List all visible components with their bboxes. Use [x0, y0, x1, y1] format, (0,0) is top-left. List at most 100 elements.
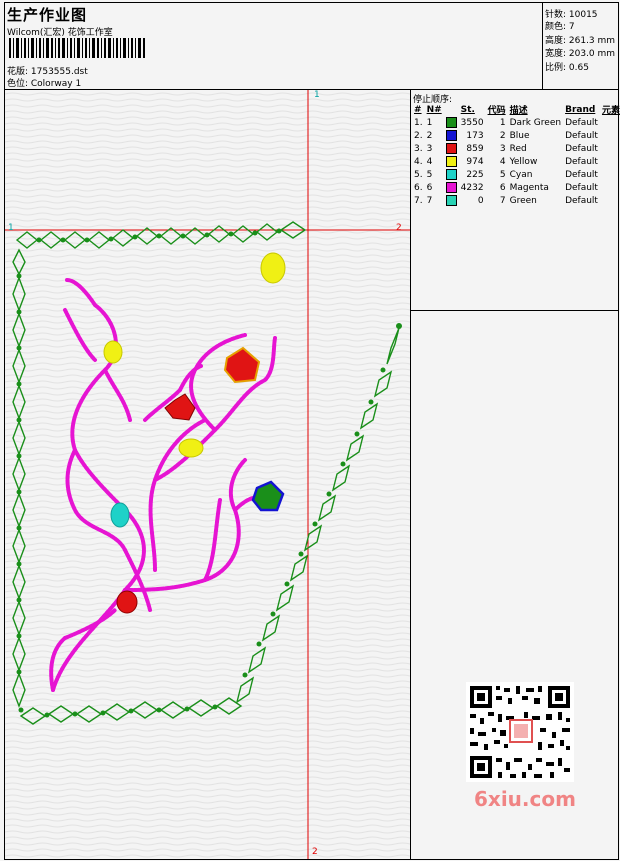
row-brand: Default: [565, 169, 598, 180]
row-stitches: 859: [466, 143, 484, 154]
row-element: [600, 155, 620, 168]
row-index: 5.: [414, 169, 423, 180]
marker-right-2: 2: [396, 223, 402, 233]
col-color: [444, 103, 459, 116]
row-element: [600, 142, 620, 155]
col-code: 代码: [487, 106, 506, 116]
table-row: 7. 7 0 7 Green Default: [412, 194, 620, 207]
row-brand: Default: [565, 156, 598, 167]
row-element: [600, 181, 620, 194]
color-swatch: [445, 156, 457, 167]
watermark-text: 6xiu.com: [474, 787, 576, 811]
row-stitches: 3550: [460, 117, 484, 128]
color-swatch: [445, 143, 457, 154]
row-desc: Magenta: [509, 182, 549, 193]
row-code: 4: [499, 156, 506, 167]
header-info: 生产作业图 Wilcom(汇宏) 花饰工作室 花版: 1753555.dst 色…: [5, 3, 543, 89]
color-swatch: [445, 182, 457, 193]
color-swatch: [445, 130, 457, 141]
company-name: Wilcom(汇宏) 花饰工作室: [7, 28, 113, 38]
row-needle: 2: [426, 130, 433, 141]
row-brand: Default: [565, 117, 598, 128]
row-code: 2: [499, 130, 506, 141]
table-row: 4. 4 974 4 Yellow Default: [412, 155, 620, 168]
row-needle: 5: [426, 169, 433, 180]
page-title: 生产作业图: [7, 6, 88, 24]
row-element: [600, 168, 620, 181]
barcode-icon: [9, 38, 145, 58]
stat-width: 宽度: 203.0 mm: [545, 49, 616, 59]
marker-top-1: 1: [314, 90, 320, 100]
row-stitches: 173: [466, 130, 484, 141]
col-desc: 描述: [509, 106, 528, 116]
row-index: 3.: [414, 143, 423, 154]
row-brand: Default: [565, 143, 598, 154]
row-swatch: [444, 142, 459, 155]
col-brand: Brand: [565, 104, 596, 115]
thread-sequence-panel: 停止顺序: # N# St. 代码 描述 Brand 元素 1. 1 3550 1 Da…: [411, 90, 620, 311]
table-header-row: # N# St. 代码 描述 Brand 元素: [412, 103, 620, 117]
row-code: 6: [499, 182, 506, 193]
header: 生产作业图 Wilcom(汇宏) 花饰工作室 花版: 1753555.dst 色…: [5, 3, 618, 90]
row-stitches: 974: [466, 156, 484, 167]
thread-table: # N# St. 代码 描述 Brand 元素 1. 1 3550 1 Dark Gre…: [412, 103, 620, 207]
col-element: 元素: [601, 106, 620, 116]
row-element: [600, 116, 620, 129]
row-element: [600, 129, 620, 142]
table-row: 6. 6 4232 6 Magenta Default: [412, 181, 620, 194]
colorway: 色位: Colorway 1: [7, 79, 82, 89]
stat-scale: 比例: 0.65: [545, 63, 589, 73]
row-stitches: 4232: [460, 182, 484, 193]
row-desc: Dark Green: [509, 117, 562, 128]
row-code: 3: [499, 143, 506, 154]
stat-height: 高度: 261.3 mm: [545, 36, 616, 46]
col-stitches: St.: [460, 104, 475, 115]
row-desc: Cyan: [509, 169, 533, 180]
row-swatch: [444, 181, 459, 194]
table-row: 3. 3 859 3 Red Default: [412, 142, 620, 155]
row-needle: 3: [426, 143, 433, 154]
row-desc: Blue: [509, 130, 530, 141]
row-needle: 6: [426, 182, 433, 193]
design-stats: 针数: 10015 颜色: 7 高度: 261.3 mm 宽度: 203.0 m…: [543, 3, 618, 89]
row-swatch: [444, 155, 459, 168]
row-needle: 1: [426, 117, 433, 128]
table-row: 1. 1 3550 1 Dark Green Default: [412, 116, 620, 129]
row-code: 5: [499, 169, 506, 180]
row-brand: Default: [565, 130, 598, 141]
row-desc: Yellow: [509, 156, 538, 167]
row-swatch: [444, 168, 459, 181]
row-index: 4.: [414, 156, 423, 167]
marker-bottom-2: 2: [312, 847, 318, 857]
row-brand: Default: [565, 195, 598, 206]
table-row: 5. 5 225 5 Cyan Default: [412, 168, 620, 181]
row-needle: 4: [426, 156, 433, 167]
row-index: 2.: [414, 130, 423, 141]
row-stitches: 0: [477, 195, 484, 206]
row-brand: Default: [565, 182, 598, 193]
row-code: 1: [499, 117, 506, 128]
qr-code-image: [466, 682, 574, 782]
row-index: 1.: [414, 117, 423, 128]
row-needle: 7: [426, 195, 433, 206]
color-swatch: [445, 169, 457, 180]
row-swatch: [444, 129, 459, 142]
col-needle: N#: [426, 104, 442, 115]
embroidery-design-image: [5, 90, 410, 859]
color-swatch: [445, 195, 457, 206]
marker-left-1: 1: [8, 223, 14, 233]
col-index: #: [414, 104, 422, 115]
row-element: [600, 194, 620, 207]
row-index: 6.: [414, 182, 423, 193]
color-swatch: [445, 117, 457, 128]
design-preview: 1 1 2 2: [5, 90, 411, 859]
stat-colors: 颜色: 7: [545, 22, 575, 32]
row-index: 7.: [414, 195, 423, 206]
row-desc: Red: [509, 143, 527, 154]
table-row: 2. 2 173 2 Blue Default: [412, 129, 620, 142]
row-stitches: 225: [466, 169, 484, 180]
row-swatch: [444, 116, 459, 129]
row-swatch: [444, 194, 459, 207]
row-code: 7: [499, 195, 506, 206]
row-desc: Green: [509, 195, 537, 206]
